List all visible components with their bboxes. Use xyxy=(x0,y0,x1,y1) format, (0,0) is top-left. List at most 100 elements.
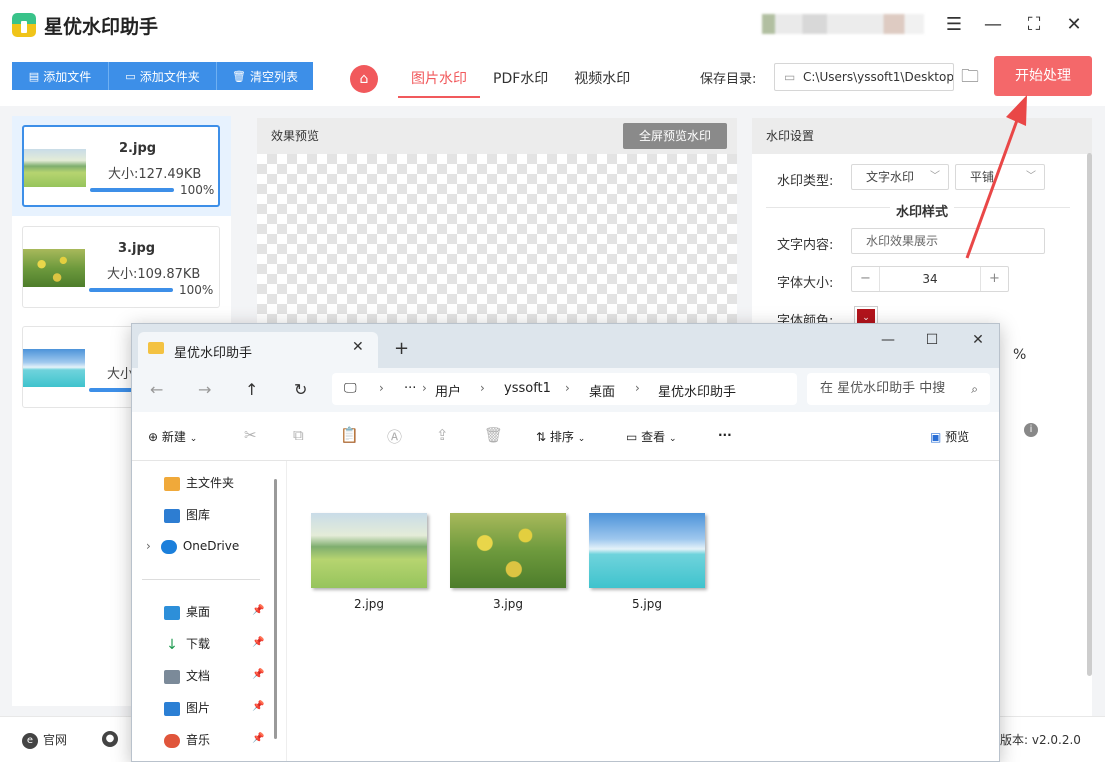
refresh-icon[interactable]: ↻ xyxy=(294,380,307,399)
breadcrumb-desktop[interactable]: 桌面 xyxy=(589,381,615,400)
file-size: 大小 xyxy=(107,367,134,382)
pin-icon[interactable]: 📌 xyxy=(252,701,264,712)
chat-icon[interactable]: ● xyxy=(102,731,123,747)
minimize-icon[interactable]: — xyxy=(980,12,1006,38)
maximize-icon[interactable]: ☐ xyxy=(918,332,946,352)
nav-desktop[interactable]: 桌面 xyxy=(164,603,210,620)
rename-icon[interactable]: Ⓐ xyxy=(387,426,402,447)
file-thumbnail xyxy=(23,349,85,387)
clear-list-button[interactable]: 🗑 清空列表 xyxy=(217,62,313,90)
cut-icon[interactable]: ✂ xyxy=(244,426,257,444)
increment-button[interactable]: + xyxy=(980,267,1008,291)
back-arrow-icon[interactable]: ← xyxy=(150,380,163,399)
official-site-link[interactable]: e 官网 xyxy=(22,731,67,749)
delete-icon[interactable]: 🗑 xyxy=(484,426,503,444)
command-bar: ⊕ 新建 ⌄ ✂ ⧉ 📋 Ⓐ ⇪ 🗑 ⇅ 排序 ⌄ ▭ 查看 ⌄ ··· ▣ 预… xyxy=(132,412,999,461)
chevron-right-icon[interactable]: › xyxy=(146,539,151,553)
watermark-type-select[interactable]: 文字水印 ﹀ xyxy=(851,164,949,190)
layout-select[interactable]: 平铺 ﹀ xyxy=(955,164,1045,190)
progress-percent: 100% xyxy=(180,183,215,197)
file-item[interactable]: 2.jpg xyxy=(311,513,427,611)
new-button[interactable]: ⊕ 新建 ⌄ xyxy=(148,428,197,445)
nav-gallery[interactable]: 图库 xyxy=(164,506,210,523)
settings-scrollbar[interactable] xyxy=(1087,153,1092,676)
close-icon[interactable]: ✕ xyxy=(1061,12,1087,38)
chat-bubble-icon: ● xyxy=(102,731,118,747)
folder-icon: ▭ xyxy=(125,69,136,83)
file-item-name: 2.jpg xyxy=(353,597,385,611)
file-card[interactable]: 3.jpg 大小:109.87KB 100% xyxy=(22,226,220,308)
text-content-input[interactable]: 水印效果展示 xyxy=(851,228,1045,254)
tab-image-watermark[interactable]: 图片水印 xyxy=(398,62,480,98)
nav-pictures[interactable]: 图片 xyxy=(164,699,210,716)
save-dir-label: 保存目录: xyxy=(700,72,757,87)
home-icon[interactable]: ⌂ xyxy=(350,65,378,93)
preview-title: 效果预览 xyxy=(271,129,320,143)
chevron-right-icon: › xyxy=(635,381,640,395)
tab-video-watermark[interactable]: 视频水印 xyxy=(561,62,643,98)
chevron-right-icon: › xyxy=(565,381,570,395)
tab-pdf-watermark[interactable]: PDF水印 xyxy=(480,62,561,98)
mode-tabs: 图片水印 PDF水印 视频水印 xyxy=(398,62,643,98)
file-thumbnail xyxy=(589,513,705,588)
settings-sliders-icon[interactable]: ☰ xyxy=(941,12,967,38)
file-action-group: ▤ 添加文件 ▭ 添加文件夹 🗑 清空列表 xyxy=(12,62,313,90)
desktop-icon xyxy=(164,605,180,620)
new-tab-icon[interactable]: + xyxy=(394,338,409,359)
open-folder-icon[interactable]: 🗀 xyxy=(961,64,985,88)
nav-music[interactable]: 音乐 xyxy=(164,731,210,748)
pin-icon[interactable]: 📌 xyxy=(252,605,264,616)
save-dir-input[interactable]: ▭ C:\Users\yssoft1\Desktop xyxy=(774,63,954,91)
file-item-name: 5.jpg xyxy=(631,597,663,611)
file-item-name: 3.jpg xyxy=(492,597,524,611)
fullscreen-preview-button[interactable]: 全屏预览水印 xyxy=(623,123,727,149)
file-name: 2.jpg xyxy=(119,141,157,156)
nav-scrollbar[interactable] xyxy=(274,479,277,739)
close-tab-icon[interactable]: ✕ xyxy=(352,339,364,355)
up-arrow-icon[interactable]: ↑ xyxy=(245,380,258,399)
explorer-tab[interactable]: 星优水印助手 ✕ xyxy=(138,332,378,368)
computer-icon: 🖵 xyxy=(344,381,357,396)
ellipsis-icon[interactable]: ··· xyxy=(404,381,416,396)
address-bar[interactable]: 🖵 › ··· › 用户 › yssoft1 › 桌面 › 星优水印助手 xyxy=(332,373,797,405)
breadcrumb-current[interactable]: 星优水印助手 xyxy=(658,381,736,400)
chevron-down-icon: ﹀ xyxy=(930,171,940,182)
file-card[interactable]: 2.jpg 大小:127.49KB 100% xyxy=(22,125,220,207)
more-options-button[interactable]: ··· xyxy=(718,428,732,442)
search-input[interactable]: 在 星优水印助手 中搜 ⌕ xyxy=(807,373,990,405)
nav-documents[interactable]: 文档 xyxy=(164,667,210,684)
add-file-button[interactable]: ▤ 添加文件 xyxy=(12,62,109,90)
add-folder-button[interactable]: ▭ 添加文件夹 xyxy=(109,62,217,90)
user-account-blurred[interactable] xyxy=(762,14,924,34)
view-button[interactable]: ▭ 查看 ⌄ xyxy=(626,428,677,445)
preview-header: 效果预览 全屏预览水印 xyxy=(257,118,737,154)
info-icon[interactable]: i xyxy=(1024,423,1038,437)
app-logo-icon xyxy=(12,13,36,37)
forward-arrow-icon[interactable]: → xyxy=(198,380,211,399)
sort-button[interactable]: ⇅ 排序 ⌄ xyxy=(536,428,585,445)
nav-home[interactable]: 主文件夹 xyxy=(164,474,234,491)
file-item[interactable]: 3.jpg xyxy=(450,513,566,611)
music-icon xyxy=(164,733,180,748)
pin-icon[interactable]: 📌 xyxy=(252,733,264,744)
preview-pane-button[interactable]: ▣ 预览 xyxy=(930,428,969,445)
minimize-icon[interactable]: — xyxy=(874,332,902,352)
nav-onedrive[interactable]: › OneDrive xyxy=(146,539,239,554)
chevron-down-icon: ⌄ xyxy=(669,434,677,444)
font-size-value[interactable]: 34 xyxy=(880,267,980,291)
file-item[interactable]: 5.jpg xyxy=(589,513,705,611)
pin-icon[interactable]: 📌 xyxy=(252,669,264,680)
copy-icon[interactable]: ⧉ xyxy=(293,426,304,444)
decrement-button[interactable]: − xyxy=(852,267,880,291)
cloud-icon xyxy=(160,539,177,554)
breadcrumb-yssoft1[interactable]: yssoft1 xyxy=(504,381,551,396)
file-size: 大小:127.49KB xyxy=(108,167,202,182)
pin-icon[interactable]: 📌 xyxy=(252,637,264,648)
maximize-icon[interactable]: ⛶ xyxy=(1021,12,1047,38)
paste-icon[interactable]: 📋 xyxy=(340,426,359,444)
start-process-button[interactable]: 开始处理 xyxy=(994,56,1092,96)
nav-downloads[interactable]: ↓ 下载 xyxy=(164,635,210,652)
share-icon[interactable]: ⇪ xyxy=(436,426,449,444)
close-icon[interactable]: ✕ xyxy=(964,332,992,352)
breadcrumb-users[interactable]: 用户 xyxy=(435,381,461,400)
